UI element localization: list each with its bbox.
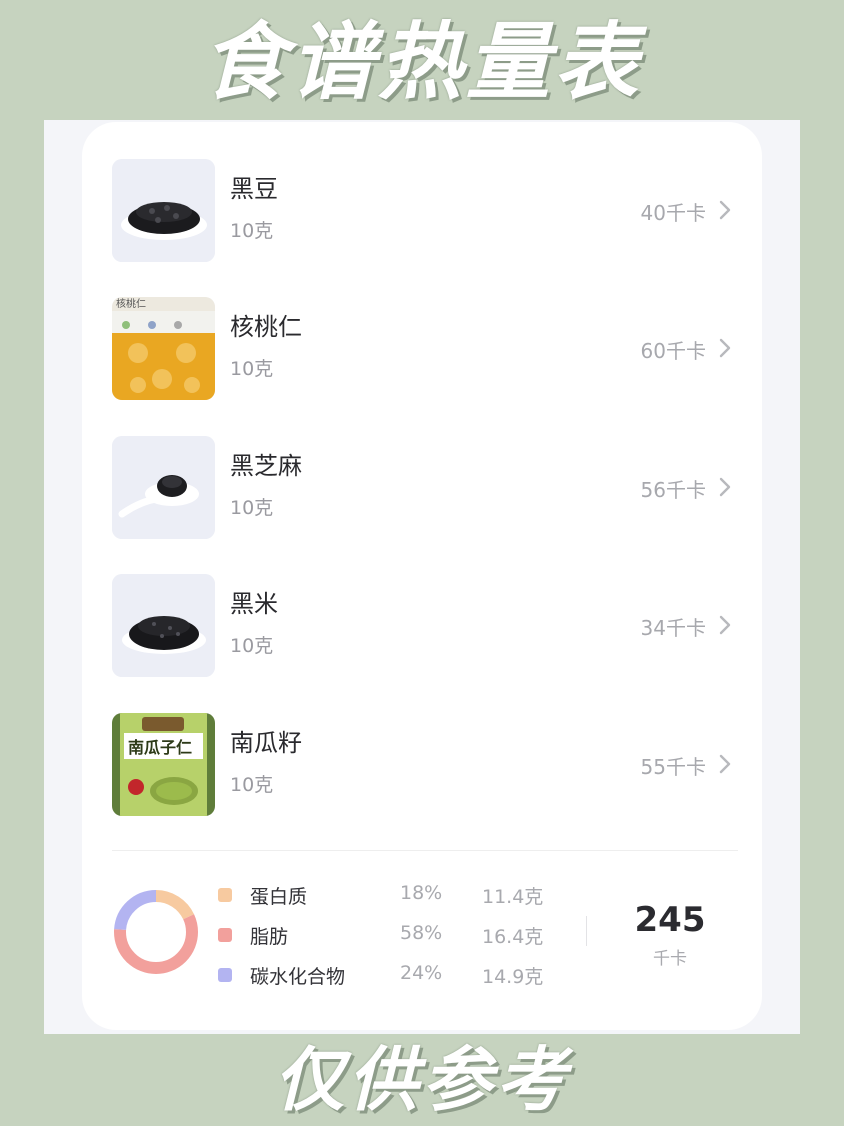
fat-legend-swatch: [218, 928, 232, 942]
total-calories-value: 245: [634, 900, 706, 940]
footer-caption: 仅供参考: [274, 1039, 570, 1121]
pumpkin-seed-jar-photo: 南瓜子仁: [112, 713, 215, 816]
food-amount: 10克: [230, 635, 274, 657]
page-title: 食谱热量表: [201, 13, 642, 111]
food-row-black-rice[interactable]: 黑米 10克 34千卡: [112, 574, 738, 678]
macro-grams: 14.9克: [482, 966, 544, 988]
food-name: 南瓜籽: [230, 729, 302, 757]
food-calories: 34千卡: [640, 616, 706, 640]
carbs-legend-swatch: [218, 968, 232, 982]
food-name: 黑芝麻: [230, 452, 302, 480]
food-amount: 10克: [230, 497, 274, 519]
chevron-right-icon: [719, 615, 731, 635]
black-rice-photo: [112, 574, 215, 677]
chevron-right-icon: [719, 338, 731, 358]
protein-legend-swatch: [218, 888, 232, 902]
chevron-right-icon: [719, 200, 731, 220]
macro-percent: 18%: [400, 882, 443, 904]
macro-row-carbs: 碳水化合物 24% 14.9克: [218, 962, 558, 992]
food-row-pumpkin-seeds[interactable]: 南瓜子仁 南瓜籽 10克 55千卡: [112, 713, 738, 817]
black-beans-photo: [112, 159, 215, 262]
food-row-black-beans[interactable]: 黑豆 10克 40千卡: [112, 159, 738, 263]
food-calories: 56千卡: [640, 478, 706, 502]
macro-percent: 24%: [400, 962, 443, 984]
walnut-package-photo: 核桃仁: [112, 297, 215, 400]
food-amount: 10克: [230, 220, 274, 242]
macro-name: 脂肪: [250, 926, 289, 948]
pumpkin-seed-jar-label: 南瓜子仁: [128, 738, 192, 757]
food-calories: 55千卡: [640, 755, 706, 779]
macro-name: 碳水化合物: [250, 966, 346, 988]
food-calories: 40千卡: [640, 201, 706, 225]
chevron-right-icon: [719, 754, 731, 774]
food-row-black-sesame[interactable]: 黑芝麻 10克 56千卡: [112, 436, 738, 540]
food-amount: 10克: [230, 358, 274, 380]
macro-donut-chart: [114, 890, 198, 974]
macro-percent: 58%: [400, 922, 443, 944]
macro-name: 蛋白质: [250, 886, 308, 908]
food-calories: 60千卡: [640, 339, 706, 363]
macro-grams: 11.4克: [482, 886, 544, 908]
food-name: 黑豆: [230, 175, 278, 203]
total-calories-unit: 千卡: [653, 949, 687, 969]
black-sesame-spoon-photo: [112, 436, 215, 539]
walnut-package-label: 核桃仁: [116, 297, 146, 310]
macro-row-fat: 脂肪 58% 16.4克: [218, 922, 558, 952]
macro-grams: 16.4克: [482, 926, 544, 948]
food-name: 核桃仁: [230, 313, 302, 341]
food-amount: 10克: [230, 774, 274, 796]
food-row-walnut[interactable]: 核桃仁 核桃仁 10克 60千卡: [112, 297, 738, 401]
macro-row-protein: 蛋白质 18% 11.4克: [218, 882, 558, 912]
summary-divider: [112, 850, 738, 851]
food-name: 黑米: [230, 590, 278, 618]
summary-separator: [586, 916, 587, 946]
chevron-right-icon: [719, 477, 731, 497]
